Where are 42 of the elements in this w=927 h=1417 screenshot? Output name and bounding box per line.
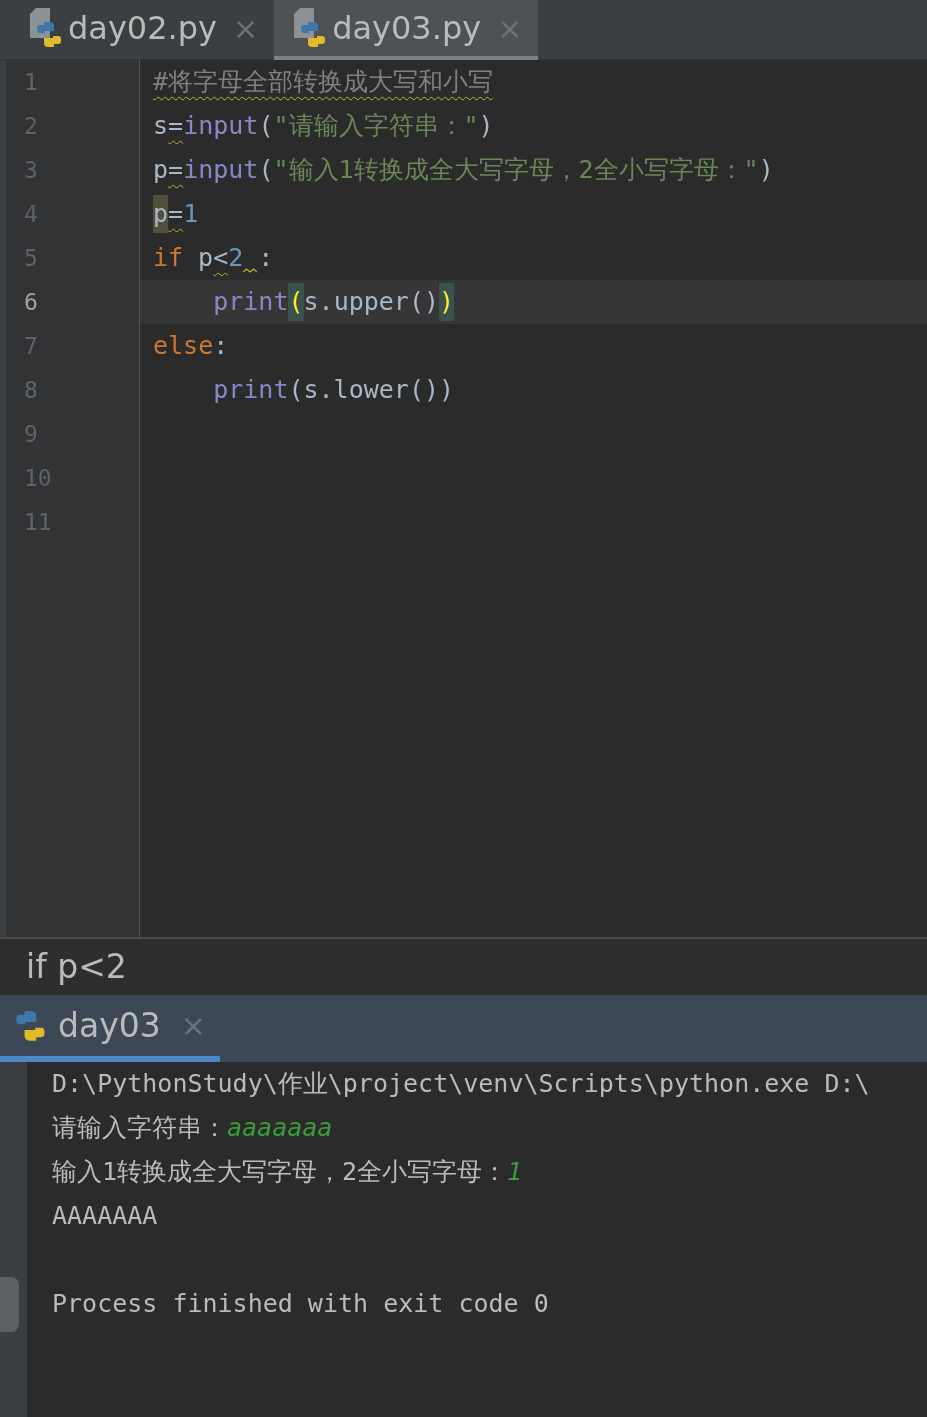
code-token: p (198, 242, 214, 275)
code-token: print (212, 374, 289, 407)
code-token: p (153, 195, 169, 233)
code-token: ) (758, 154, 774, 187)
code-token: p (153, 154, 169, 187)
code-token: 2 (228, 242, 244, 275)
code-token: s.upper() (303, 286, 439, 319)
editor-tab[interactable]: day02.py × (10, 0, 275, 60)
code-token: input (183, 110, 259, 143)
code-token: else (153, 330, 214, 363)
code-token: ( (288, 283, 304, 321)
code-token: s (153, 110, 169, 143)
close-icon[interactable]: × (233, 5, 259, 51)
editor-tab[interactable]: day03.py × (274, 0, 539, 60)
code-token: (s.lower()) (288, 374, 455, 407)
line-number: 6 (24, 287, 38, 317)
code-token: #将字母全部转换成大写和小写 (153, 66, 494, 99)
typed-text: aaaaaaa (227, 1112, 333, 1145)
code-token: : (258, 242, 274, 275)
code-token: ) (478, 110, 494, 143)
code-token: "输入1转换成全大写字母，2全小写字母：" (273, 154, 759, 187)
output-text: Process finished with exit code 0 (52, 1288, 549, 1321)
output-text: D:\PythonStudy\作业\project\venv\Scripts\python.exe D:\ (52, 1068, 870, 1101)
toolbar-button[interactable] (0, 1277, 19, 1332)
output-text: 请输入字符串： (52, 1112, 227, 1145)
code-token: = (168, 198, 184, 231)
output-text: AAAAAAA (52, 1200, 158, 1233)
output-text: 输入1转换成全大写字母，2全小写字母： (52, 1156, 508, 1189)
code-token: = (168, 154, 184, 187)
code-token: ( (258, 154, 274, 187)
code-token: < (213, 242, 229, 275)
code-token: if (153, 242, 184, 275)
code-token: print (212, 286, 289, 319)
typed-text: 1 (507, 1156, 523, 1189)
code-token: ( (258, 110, 274, 143)
code-token: : (213, 330, 229, 363)
code-token: 1 (183, 198, 199, 231)
code-token: = (168, 110, 184, 143)
breadcrumb[interactable]: if p<2 (26, 942, 127, 992)
code-token: "请输入字符串：" (273, 110, 479, 143)
code-token: ) (439, 283, 455, 321)
code-token: input (183, 154, 259, 187)
